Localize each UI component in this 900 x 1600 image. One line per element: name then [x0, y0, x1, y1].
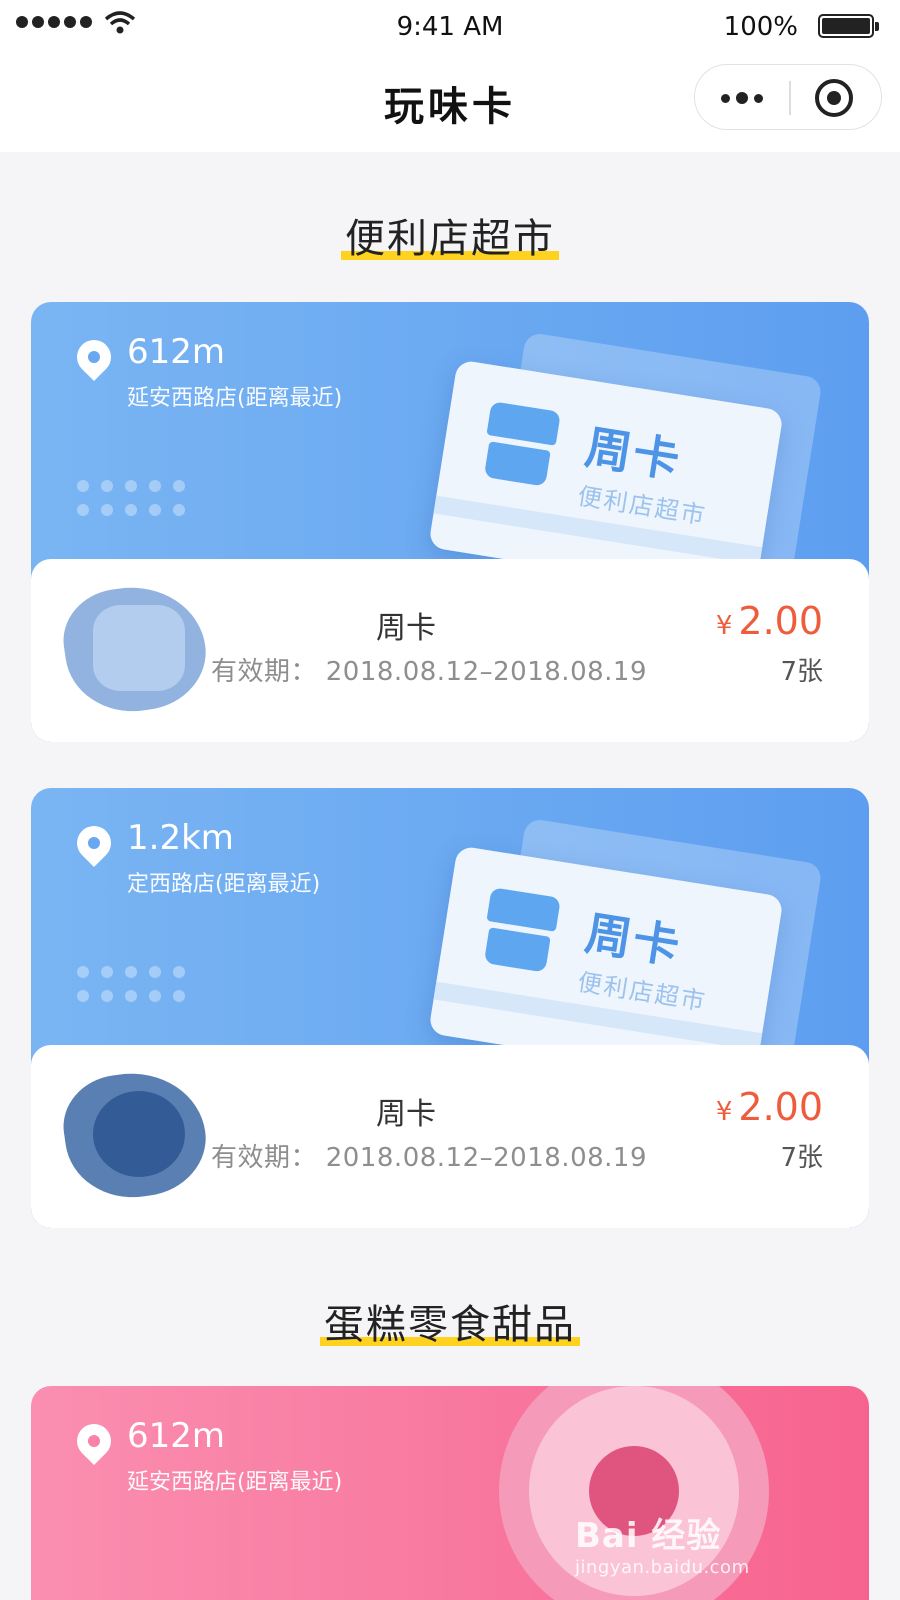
- watermark-logo: Bai 经验: [575, 1516, 722, 1556]
- card-validity: 有效期： 2018.08.12–2018.08.19: [211, 1143, 647, 1173]
- store-name: 延安西路店(距离最近): [127, 1470, 343, 1495]
- card-price: ¥2.00: [716, 599, 823, 643]
- battery-icon: [818, 14, 879, 38]
- price-value: 2.00: [738, 1085, 823, 1129]
- card-count: 7张: [780, 1143, 823, 1173]
- battery-percentage: 100%: [723, 12, 798, 42]
- location-pin-icon: [69, 818, 119, 868]
- store-name: 延安西路店(距离最近): [127, 386, 343, 411]
- store-card-1[interactable]: 612m 延安西路店(距离最近) 周卡 便利店超市 周卡 有效期： 2018.0…: [31, 302, 869, 742]
- price-value: 2.00: [738, 599, 823, 643]
- status-bar: 9:41 AM 100%: [0, 0, 900, 56]
- nav-bar: 玩味卡: [0, 56, 900, 152]
- baidu-watermark: Bai 经验 jingyan.baidu.com: [575, 1508, 805, 1578]
- store-card-3[interactable]: 612m 延安西路店(距离最近) Bai 经验 jingyan.baidu.co…: [31, 1386, 869, 1600]
- section-title-text: 蛋糕零食甜品: [320, 1292, 580, 1350]
- card-name: 周卡: [376, 1097, 436, 1132]
- store-logo-thumbnail: [53, 577, 213, 721]
- more-options-button[interactable]: [695, 65, 789, 131]
- store-distance: 612m: [127, 1416, 226, 1456]
- card-validity: 有效期： 2018.08.12–2018.08.19: [211, 657, 647, 687]
- miniprogram-capsule: [694, 64, 882, 130]
- card-price: ¥2.00: [716, 1085, 823, 1129]
- currency-symbol: ¥: [715, 611, 733, 641]
- decorative-dots: [77, 480, 185, 516]
- section-title-text: 便利店超市: [341, 206, 559, 264]
- shop-icon: [480, 887, 561, 973]
- store-distance: 1.2km: [127, 818, 234, 858]
- store-logo-thumbnail: [53, 1063, 213, 1207]
- store-card-2[interactable]: 1.2km 定西路店(距离最近) 周卡 便利店超市 周卡 有效期： 2018.0…: [31, 788, 869, 1228]
- card-info-panel: 周卡 有效期： 2018.08.12–2018.08.19 ¥2.00 7张: [31, 1045, 869, 1228]
- section-title-dessert: 蛋糕零食甜品: [0, 1292, 900, 1350]
- currency-symbol: ¥: [715, 1097, 733, 1127]
- location-pin-icon: [69, 332, 119, 382]
- section-title-convenience: 便利店超市: [0, 206, 900, 264]
- card-name: 周卡: [376, 611, 436, 646]
- watermark-url: jingyan.baidu.com: [575, 1557, 750, 1578]
- decorative-dots: [77, 966, 185, 1002]
- close-miniprogram-button[interactable]: [815, 79, 853, 117]
- store-distance: 612m: [127, 332, 226, 372]
- card-info-panel: 周卡 有效期： 2018.08.12–2018.08.19 ¥2.00 7张: [31, 559, 869, 742]
- card-count: 7张: [780, 657, 823, 687]
- capsule-divider: [789, 81, 791, 115]
- store-name: 定西路店(距离最近): [127, 872, 321, 897]
- shop-icon: [480, 401, 561, 487]
- location-pin-icon: [69, 1416, 119, 1466]
